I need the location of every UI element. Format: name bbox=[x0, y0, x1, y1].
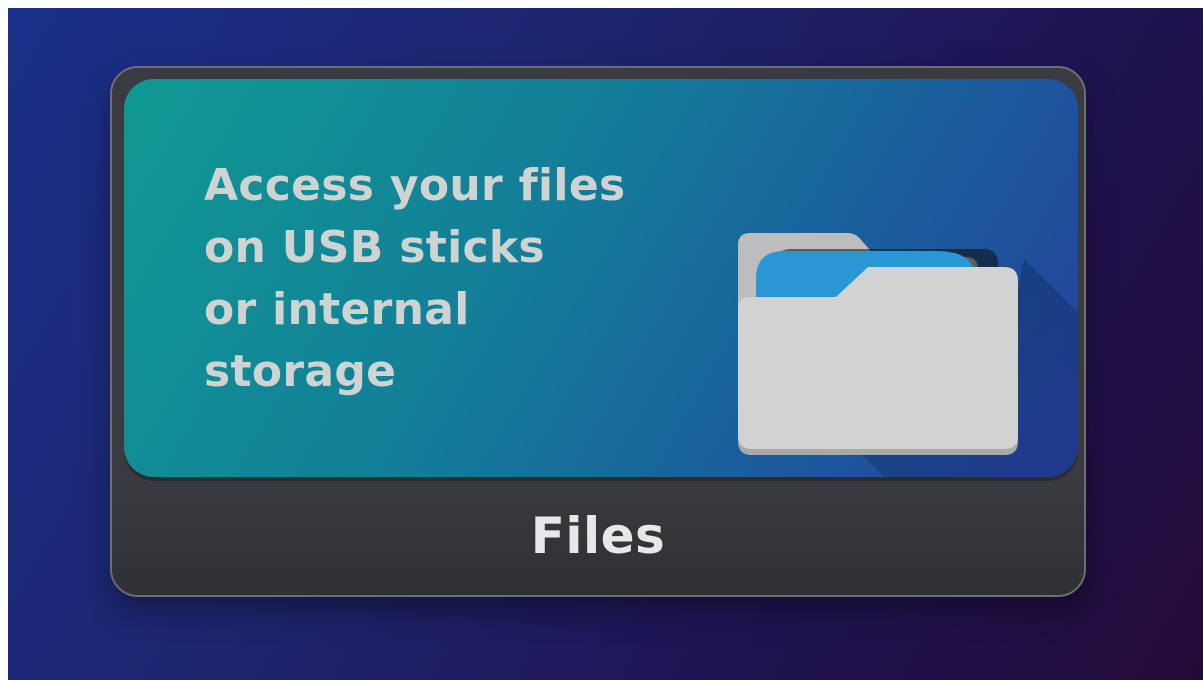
description-line: or internal bbox=[204, 284, 470, 335]
description-line: on USB sticks bbox=[204, 222, 545, 273]
description-line: Access your files bbox=[204, 160, 626, 211]
tile-label-bar: Files bbox=[112, 488, 1084, 584]
launcher-background: Access your files on USB sticks or inter… bbox=[8, 8, 1203, 680]
description-line: storage bbox=[204, 346, 397, 397]
tile-title: Files bbox=[530, 507, 666, 565]
tile-description: Access your files on USB sticks or inter… bbox=[204, 155, 724, 403]
files-app-tile[interactable]: Access your files on USB sticks or inter… bbox=[110, 66, 1086, 597]
tile-hero-banner: Access your files on USB sticks or inter… bbox=[124, 79, 1078, 477]
folder-icon bbox=[738, 233, 1018, 455]
